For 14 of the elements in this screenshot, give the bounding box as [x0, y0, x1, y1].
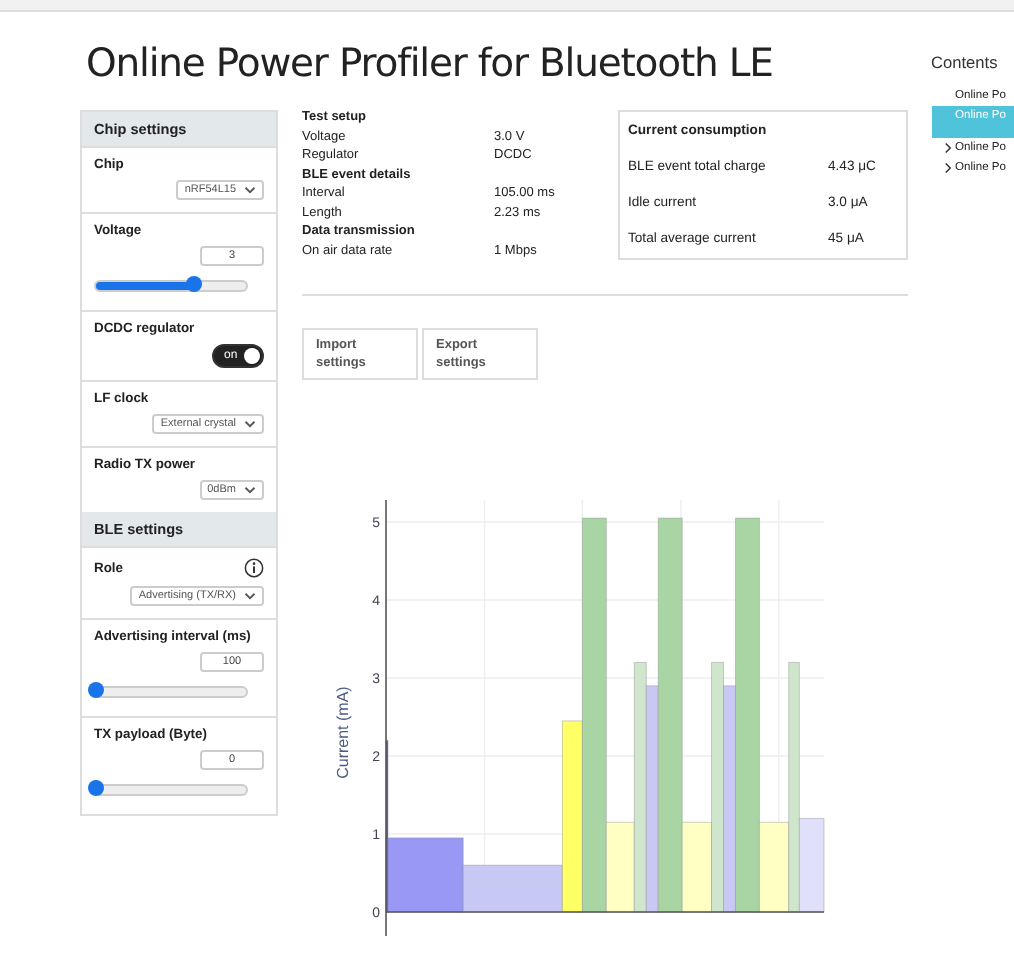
caret-icon: [244, 420, 256, 428]
slider-thumb[interactable]: [88, 682, 104, 698]
y-axis-title: Current (mA): [334, 686, 352, 780]
info-icon[interactable]: [244, 558, 264, 578]
voltage-slider[interactable]: [94, 280, 248, 292]
contents-title: Contents: [931, 52, 1000, 72]
payload-slider[interactable]: [94, 784, 248, 796]
page-title: Online Power Profiler for Bluetooth LE: [86, 40, 775, 86]
slider-thumb[interactable]: [185, 276, 202, 292]
caret-icon: [244, 186, 256, 194]
interval-slider[interactable]: [94, 686, 248, 698]
slider-thumb[interactable]: [88, 780, 104, 796]
caret-icon: [244, 486, 256, 494]
caret-icon: [244, 592, 256, 600]
